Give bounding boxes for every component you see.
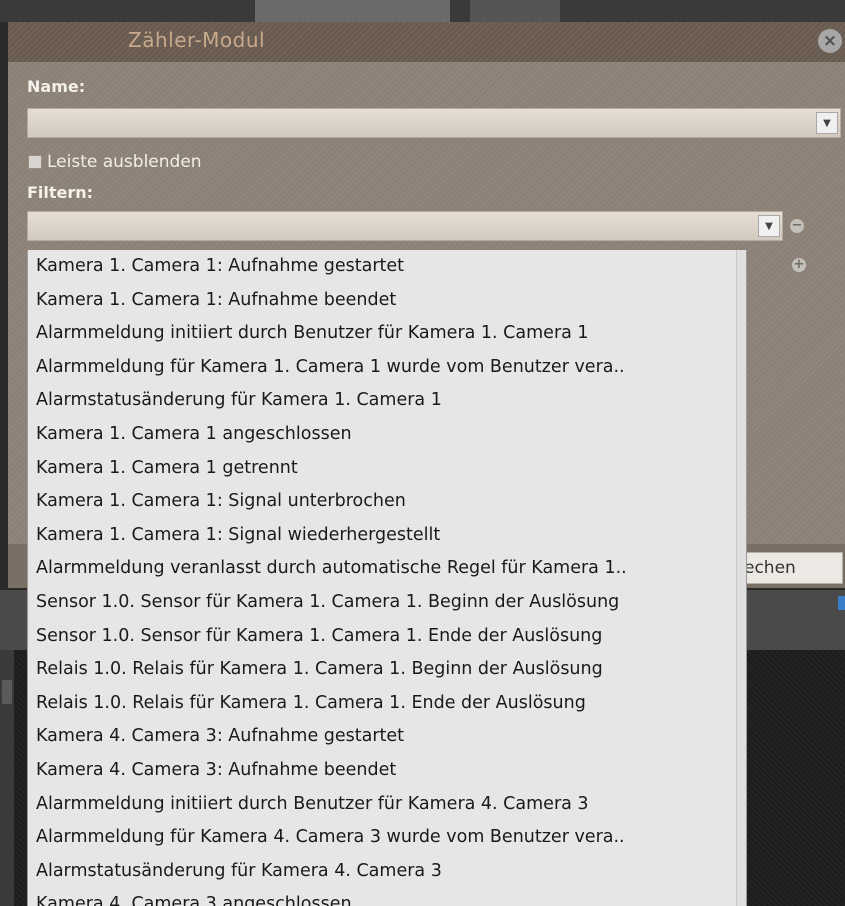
filter-option[interactable]: Relais 1.0. Relais für Kamera 1. Camera … bbox=[28, 687, 746, 721]
filter-label: Filtern: bbox=[27, 183, 94, 202]
close-icon[interactable]: × bbox=[818, 29, 842, 53]
filter-option[interactable]: Sensor 1.0. Sensor für Kamera 1. Camera … bbox=[28, 586, 746, 620]
hide-bar-label: Leiste ausblenden bbox=[47, 152, 202, 172]
add-filter-icon[interactable]: + bbox=[792, 258, 806, 272]
filter-option[interactable]: Alarmmeldung für Kamera 1. Camera 1 wurd… bbox=[28, 351, 746, 385]
filter-option[interactable]: Kamera 4. Camera 3: Aufnahme gestartet bbox=[28, 720, 746, 754]
filter-option[interactable]: Kamera 1. Camera 1: Signal unterbrochen bbox=[28, 485, 746, 519]
filter-option[interactable]: Kamera 1. Camera 1 getrennt bbox=[28, 452, 746, 486]
filter-option[interactable]: Kamera 4. Camera 3: Aufnahme beendet bbox=[28, 754, 746, 788]
remove-filter-icon[interactable]: − bbox=[790, 219, 804, 233]
background-edge bbox=[0, 650, 14, 906]
edge-tab[interactable] bbox=[2, 680, 12, 704]
filter-option[interactable]: Kamera 1. Camera 1 angeschlossen bbox=[28, 418, 746, 452]
filter-option[interactable]: Alarmmeldung initiiert durch Benutzer fü… bbox=[28, 317, 746, 351]
filter-combobox[interactable]: ▼ bbox=[27, 211, 783, 241]
filter-option[interactable]: Kamera 4. Camera 3 angeschlossen bbox=[28, 888, 746, 906]
top-strip-segment bbox=[470, 0, 560, 22]
filter-option[interactable]: Kamera 1. Camera 1: Aufnahme gestartet bbox=[28, 250, 746, 284]
chevron-down-icon[interactable]: ▼ bbox=[758, 215, 780, 237]
blue-marker bbox=[838, 596, 845, 610]
dialog-titlebar[interactable]: Zähler-Modul × bbox=[8, 22, 845, 62]
dialog-title: Zähler-Modul bbox=[128, 28, 266, 52]
dropdown-scrollbar[interactable] bbox=[736, 250, 746, 906]
name-combobox[interactable]: ▼ bbox=[27, 108, 841, 138]
filter-option[interactable]: Alarmstatusänderung für Kamera 4. Camera… bbox=[28, 855, 746, 889]
hide-bar-checkbox[interactable] bbox=[28, 155, 42, 169]
filter-option[interactable]: Relais 1.0. Relais für Kamera 1. Camera … bbox=[28, 653, 746, 687]
filter-option[interactable]: Alarmmeldung initiiert durch Benutzer fü… bbox=[28, 788, 746, 822]
top-strip-segment bbox=[255, 0, 450, 22]
cancel-button-label: echen bbox=[744, 558, 796, 578]
filter-option[interactable]: Kamera 1. Camera 1: Aufnahme beendet bbox=[28, 284, 746, 318]
name-label: Name: bbox=[27, 77, 86, 96]
filter-dropdown-list[interactable]: Kamera 1. Camera 1: Aufnahme gestartet Ka… bbox=[27, 250, 747, 906]
chevron-down-icon[interactable]: ▼ bbox=[816, 112, 838, 134]
top-strip bbox=[0, 0, 845, 22]
filter-options: Kamera 1. Camera 1: Aufnahme gestartet Ka… bbox=[28, 250, 746, 906]
filter-option[interactable]: Sensor 1.0. Sensor für Kamera 1. Camera … bbox=[28, 620, 746, 654]
filter-option[interactable]: Kamera 1. Camera 1: Signal wiederhergest… bbox=[28, 519, 746, 553]
filter-option[interactable]: Alarmstatusänderung für Kamera 1. Camera… bbox=[28, 384, 746, 418]
filter-option[interactable]: Alarmmeldung für Kamera 4. Camera 3 wurd… bbox=[28, 821, 746, 855]
filter-option[interactable]: Alarmmeldung veranlasst durch automatisc… bbox=[28, 552, 746, 586]
